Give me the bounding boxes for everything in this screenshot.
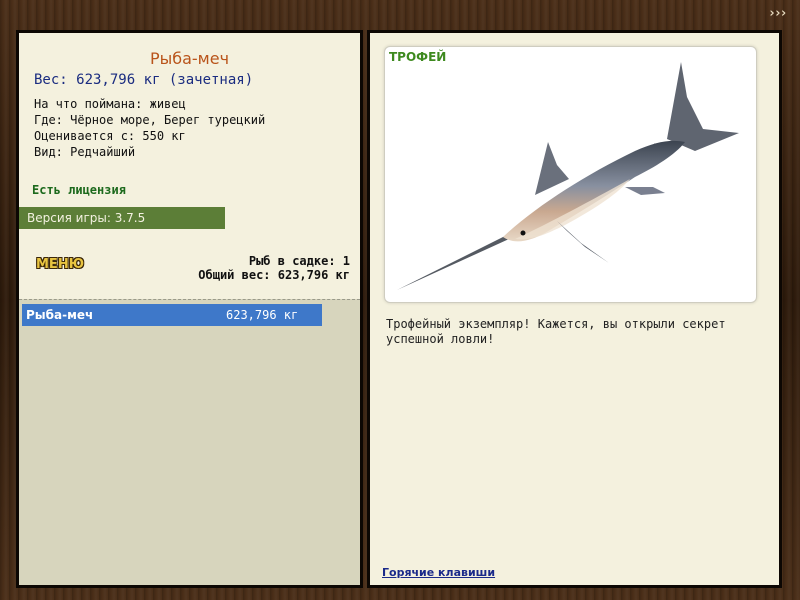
swordfish-image xyxy=(397,62,739,290)
game-version-bar: Версия игры: 3.7.5 xyxy=(19,207,225,229)
trophy-description: Трофейный экземпляр! Кажется, вы открыли… xyxy=(386,317,726,346)
fish-count: Рыб в садке: 1 xyxy=(248,254,350,268)
kind-info: Вид: Редчайший xyxy=(34,145,136,159)
license-status: Есть лицензия xyxy=(32,183,126,197)
valued-info: Оценивается с: 550 кг xyxy=(34,129,186,143)
trophy-panel: ТРОФЕЙ Трофейный экземпляр! Кажется, вы … xyxy=(367,30,782,588)
trophy-image-box: ТРОФЕЙ xyxy=(384,46,757,303)
list-item-weight: 623,796 кг xyxy=(226,308,299,322)
list-item-name: Рыба-меч xyxy=(26,308,94,322)
catch-list: Рыба-меч 623,796 кг xyxy=(19,299,360,585)
fish-weight: Вес: 623,796 кг (зачетная) xyxy=(34,72,254,88)
list-item[interactable]: Рыба-меч 623,796 кг xyxy=(22,304,322,326)
next-arrows-icon[interactable]: ››› xyxy=(768,6,788,21)
hotkeys-link[interactable]: Горячие клавиши xyxy=(382,566,495,579)
location-info: Где: Чёрное море, Берег турецкий xyxy=(34,113,266,127)
menu-button[interactable]: МЕНЮ xyxy=(36,257,84,272)
fish-name-title: Рыба-меч xyxy=(149,49,230,68)
trophy-label: ТРОФЕЙ xyxy=(389,50,447,64)
catch-info-panel: Рыба-меч Вес: 623,796 кг (зачетная) На ч… xyxy=(16,30,363,588)
total-weight: Общий вес: 623,796 кг xyxy=(198,268,350,282)
bait-info: На что поймана: живец xyxy=(34,97,186,111)
